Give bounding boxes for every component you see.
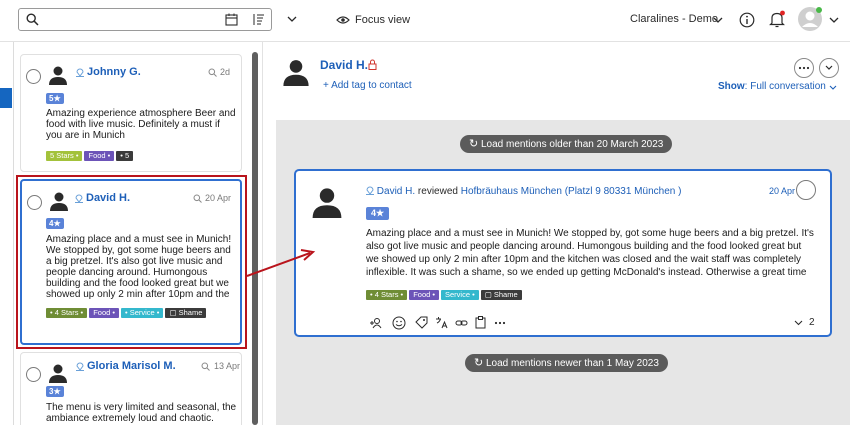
list-scrollbar[interactable] <box>252 52 258 425</box>
chevron-down-icon[interactable] <box>829 16 839 24</box>
show-filter[interactable]: Show: Full conversation <box>718 81 826 92</box>
select-check-icon[interactable] <box>796 180 816 200</box>
collapse-button[interactable] <box>819 58 839 78</box>
mention-verb: reviewed <box>417 186 458 197</box>
focus-view-label: Focus view <box>355 14 411 26</box>
load-older-label: Load mentions older than 20 March 2023 <box>481 139 664 150</box>
selection-highlight <box>16 175 247 349</box>
load-newer-label: Load mentions newer than 1 May 2023 <box>486 358 659 369</box>
add-tag-to-contact-link[interactable]: + Add tag to contact <box>323 80 412 91</box>
brand-selector[interactable]: Claralines - Demo <box>630 13 718 25</box>
link-icon[interactable] <box>455 317 468 329</box>
more-options-button[interactable] <box>794 58 814 78</box>
info-icon[interactable] <box>739 12 755 28</box>
chevron-down-icon[interactable] <box>713 16 723 24</box>
load-newer-button[interactable]: ↻ Load mentions newer than 1 May 2023 <box>465 354 668 372</box>
location-pin-icon <box>76 68 84 77</box>
rating-badge: 4★ <box>366 207 390 220</box>
tag[interactable]: • 4 Stars • <box>366 290 408 300</box>
list-item[interactable]: Johnny G. 2d 5★ Amazing experience atmos… <box>20 54 242 172</box>
mention-date: 20 Apr <box>769 186 796 196</box>
contact-name[interactable]: David H. <box>320 58 368 72</box>
person-icon <box>283 60 309 86</box>
mention-text: Amazing experience atmosphere Beer and f… <box>46 108 236 141</box>
mention-card: David H. reviewed Hofbräuhaus München (P… <box>294 169 832 337</box>
mention-text: Amazing place and a must see in Munich! … <box>366 228 814 278</box>
show-label: Show <box>718 81 745 92</box>
tag[interactable]: Food • <box>84 151 115 161</box>
mention-date: 2d <box>220 67 231 77</box>
tag[interactable]: Service • <box>441 290 479 300</box>
tag[interactable]: 5 Stars • <box>46 151 83 161</box>
load-older-button[interactable]: ↻ Load mentions older than 20 March 2023 <box>460 135 673 153</box>
tag[interactable]: • 5 <box>116 151 134 161</box>
nav-active-indicator[interactable] <box>0 88 12 108</box>
translate-icon[interactable] <box>435 316 448 329</box>
search-input[interactable] <box>45 11 235 28</box>
mention-date: 13 Apr <box>214 361 241 371</box>
select-check-icon[interactable] <box>26 367 41 382</box>
tag[interactable]: ▢ Shame <box>480 290 522 300</box>
mention-text: The menu is very limited and seasonal, t… <box>46 402 237 424</box>
tag-icon[interactable] <box>415 316 428 329</box>
clipboard-icon[interactable] <box>475 316 486 329</box>
person-icon <box>49 364 67 383</box>
show-value: Full conversation <box>750 81 826 92</box>
sentiment-icon[interactable] <box>392 316 406 330</box>
person-icon <box>49 66 67 85</box>
focus-view-button[interactable]: Focus view <box>336 12 410 28</box>
tag-list: 5 Stars • Food • • 5 <box>46 151 238 161</box>
author-name[interactable]: Johnny G. <box>87 66 141 78</box>
rating-badge: 3★ <box>46 386 64 397</box>
location-pin-icon <box>76 362 84 371</box>
search-icon <box>208 68 217 77</box>
select-check-icon[interactable] <box>26 69 41 84</box>
list-item[interactable]: Gloria Marisol M. 13 Apr 3★ The menu is … <box>20 352 242 425</box>
author-name[interactable]: Gloria Marisol M. <box>87 360 176 372</box>
chevron-down-icon[interactable] <box>794 320 803 326</box>
mention-header: David H. reviewed Hofbräuhaus München (P… <box>366 185 681 197</box>
reply-count: 2 <box>809 317 815 328</box>
chevron-down-icon <box>825 65 833 70</box>
bell-icon[interactable] <box>768 10 786 28</box>
avatar[interactable] <box>797 6 823 32</box>
arrow-annotation <box>246 249 316 277</box>
person-icon <box>312 188 342 218</box>
assign-user-icon[interactable] <box>370 317 382 329</box>
mention-author[interactable]: David H. <box>377 186 415 197</box>
rating-badge: 5★ <box>46 93 64 104</box>
sort-icon[interactable] <box>252 13 265 26</box>
chevron-down-icon[interactable] <box>829 85 837 91</box>
conversation-header: David H. + Add tag to contact Show: Full… <box>263 42 850 108</box>
eye-icon <box>336 16 350 24</box>
more-dots-icon[interactable] <box>494 321 506 325</box>
search-icon <box>26 13 39 26</box>
tag[interactable]: Food • <box>409 290 439 300</box>
location-pin-icon <box>366 186 374 195</box>
chevron-down-icon[interactable] <box>287 15 297 23</box>
tag-list: • 4 Stars • Food • Service • ▢ Shame <box>366 290 666 300</box>
lock-icon <box>368 59 377 70</box>
top-bar: Focus view Claralines - Demo <box>0 0 850 42</box>
search-box[interactable] <box>18 8 272 31</box>
calendar-icon[interactable] <box>225 13 238 26</box>
brand-label: Claralines - Demo <box>630 13 719 25</box>
more-dots-icon <box>798 66 810 70</box>
search-icon <box>201 362 210 371</box>
left-nav <box>0 42 14 425</box>
mention-place-link[interactable]: Hofbräuhaus München (Platzl 9 80331 Münc… <box>461 186 682 197</box>
